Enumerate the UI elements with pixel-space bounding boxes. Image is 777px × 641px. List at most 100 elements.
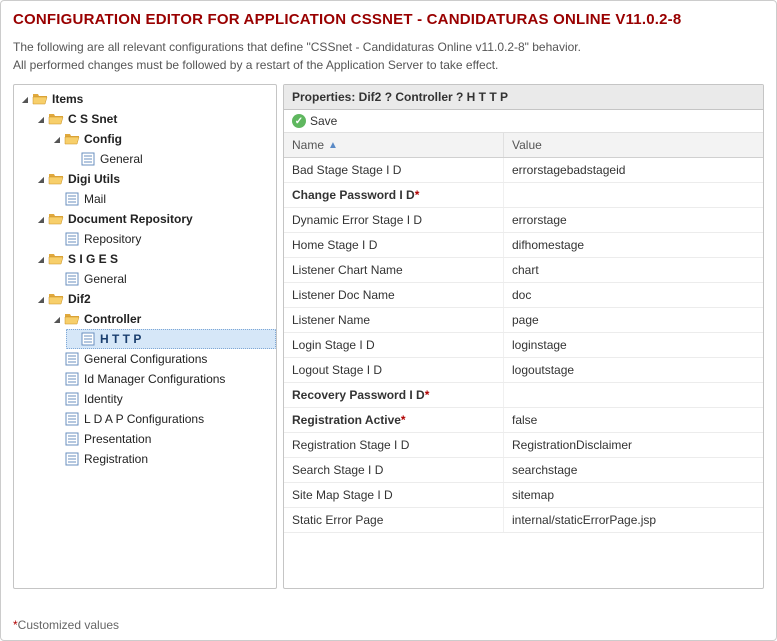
tree-node-general-cssnet[interactable]: General <box>66 149 276 169</box>
save-button[interactable]: ✓ Save <box>284 110 763 133</box>
property-value-cell[interactable] <box>504 390 763 400</box>
tree-label-items: Items <box>52 92 83 106</box>
property-value-cell[interactable]: doc <box>504 283 763 307</box>
property-name-cell: Listener Name <box>284 308 504 332</box>
tree-label-registration: Registration <box>84 452 148 466</box>
property-value-cell[interactable]: chart <box>504 258 763 282</box>
tree-node-idmgr[interactable]: Id Manager Configurations <box>50 369 276 389</box>
tree-label-general-conf: General Configurations <box>84 352 207 366</box>
property-value-cell[interactable]: errorstage <box>504 208 763 232</box>
property-value-cell[interactable]: false <box>504 408 763 432</box>
tree-label-cssnet: C S Snet <box>68 112 117 126</box>
tree-node-registration[interactable]: Registration <box>50 449 276 469</box>
property-value-cell[interactable]: searchstage <box>504 458 763 482</box>
column-header-name[interactable]: Name ▲ <box>284 133 504 157</box>
tree-label-general-siges: General <box>84 272 127 286</box>
property-name-cell: Site Map Stage I D <box>284 483 504 507</box>
folder-open-icon <box>64 131 80 147</box>
table-row[interactable]: Search Stage I Dsearchstage <box>284 458 763 483</box>
config-editor-window: CONFIGURATION EDITOR FOR APPLICATION CSS… <box>0 0 777 641</box>
table-row[interactable]: Login Stage I Dloginstage <box>284 333 763 358</box>
check-circle-icon: ✓ <box>292 114 306 128</box>
config-leaf-icon <box>80 331 96 347</box>
property-name-cell: Change Password I D* <box>284 183 504 207</box>
chevron-down-icon[interactable]: ◢ <box>36 174 46 184</box>
property-value-cell[interactable]: internal/staticErrorPage.jsp <box>504 508 763 532</box>
property-name-cell: Search Stage I D <box>284 458 504 482</box>
chevron-down-icon[interactable]: ◢ <box>36 114 46 124</box>
tree-label-controller: Controller <box>84 312 141 326</box>
tree-node-docrepo[interactable]: ◢ Document Repository <box>34 209 276 229</box>
config-leaf-icon <box>80 151 96 167</box>
config-leaf-icon <box>64 271 80 287</box>
table-row[interactable]: Registration Active*false <box>284 408 763 433</box>
table-row[interactable]: Registration Stage I DRegistrationDiscla… <box>284 433 763 458</box>
chevron-down-icon[interactable]: ◢ <box>20 94 30 104</box>
property-value-cell[interactable]: RegistrationDisclaimer <box>504 433 763 457</box>
folder-open-icon <box>48 291 64 307</box>
tree-node-dif2[interactable]: ◢ Dif2 <box>34 289 276 309</box>
tree-node-ldap[interactable]: L D A P Configurations <box>50 409 276 429</box>
table-row[interactable]: Logout Stage I Dlogoutstage <box>284 358 763 383</box>
footnote: *Customized values <box>13 618 119 632</box>
table-row[interactable]: Dynamic Error Stage I Derrorstage <box>284 208 763 233</box>
chevron-down-icon[interactable]: ◢ <box>36 214 46 224</box>
tree-node-general-conf[interactable]: General Configurations <box>50 349 276 369</box>
tree-node-config[interactable]: ◢ Config <box>50 129 276 149</box>
property-value-cell[interactable] <box>504 190 763 200</box>
table-row[interactable]: Change Password I D* <box>284 183 763 208</box>
table-row[interactable]: Listener Namepage <box>284 308 763 333</box>
tree-node-digiutils[interactable]: ◢ Digi Utils <box>34 169 276 189</box>
folder-open-icon <box>48 111 64 127</box>
property-value-cell[interactable]: loginstage <box>504 333 763 357</box>
page-subtitle: The following are all relevant configura… <box>13 38 764 74</box>
config-leaf-icon <box>64 371 80 387</box>
tree-node-items[interactable]: ◢ Items <box>18 89 276 109</box>
tree-label-docrepo: Document Repository <box>68 212 193 226</box>
property-value-cell[interactable]: page <box>504 308 763 332</box>
column-header-name-label: Name <box>292 138 324 152</box>
table-row[interactable]: Site Map Stage I Dsitemap <box>284 483 763 508</box>
tree-node-presentation[interactable]: Presentation <box>50 429 276 449</box>
table-row[interactable]: Listener Chart Namechart <box>284 258 763 283</box>
column-header-value[interactable]: Value <box>504 133 763 157</box>
tree-node-cssnet[interactable]: ◢ C S Snet <box>34 109 276 129</box>
folder-open-icon <box>32 91 48 107</box>
chevron-down-icon[interactable]: ◢ <box>36 254 46 264</box>
tree-node-repository[interactable]: Repository <box>50 229 276 249</box>
chevron-down-icon[interactable]: ◢ <box>52 314 62 324</box>
config-leaf-icon <box>64 351 80 367</box>
property-value-cell[interactable]: errorstagebadstageid <box>504 158 763 182</box>
chevron-down-icon[interactable]: ◢ <box>52 134 62 144</box>
config-leaf-icon <box>64 191 80 207</box>
sort-asc-icon: ▲ <box>328 140 338 151</box>
tree-label-digiutils: Digi Utils <box>68 172 120 186</box>
table-row[interactable]: Listener Doc Namedoc <box>284 283 763 308</box>
chevron-down-icon[interactable]: ◢ <box>36 294 46 304</box>
tree-node-http[interactable]: H T T P <box>66 329 276 349</box>
folder-open-icon <box>64 311 80 327</box>
table-row[interactable]: Static Error Pageinternal/staticErrorPag… <box>284 508 763 533</box>
property-value-cell[interactable]: logoutstage <box>504 358 763 382</box>
page-title: CONFIGURATION EDITOR FOR APPLICATION CSS… <box>13 11 764 28</box>
table-row[interactable]: Recovery Password I D* <box>284 383 763 408</box>
table-row[interactable]: Home Stage I Ddifhomestage <box>284 233 763 258</box>
property-name-cell: Registration Active* <box>284 408 504 432</box>
tree-node-siges[interactable]: ◢ S I G E S <box>34 249 276 269</box>
config-leaf-icon <box>64 431 80 447</box>
tree-node-mail[interactable]: Mail <box>50 189 276 209</box>
property-name-cell: Listener Doc Name <box>284 283 504 307</box>
table-row[interactable]: Bad Stage Stage I Derrorstagebadstageid <box>284 158 763 183</box>
tree-label-http: H T T P <box>100 332 141 346</box>
save-label: Save <box>310 114 337 128</box>
property-value-cell[interactable]: difhomestage <box>504 233 763 257</box>
tree-node-general-siges[interactable]: General <box>50 269 276 289</box>
property-name-cell: Dynamic Error Stage I D <box>284 208 504 232</box>
asterisk-icon: * <box>415 188 420 202</box>
tree-node-identity[interactable]: Identity <box>50 389 276 409</box>
property-value-cell[interactable]: sitemap <box>504 483 763 507</box>
tree-node-controller[interactable]: ◢ Controller <box>50 309 276 329</box>
tree-label-siges: S I G E S <box>68 252 118 266</box>
properties-rows: Bad Stage Stage I DerrorstagebadstageidC… <box>284 158 763 588</box>
property-name-cell: Home Stage I D <box>284 233 504 257</box>
